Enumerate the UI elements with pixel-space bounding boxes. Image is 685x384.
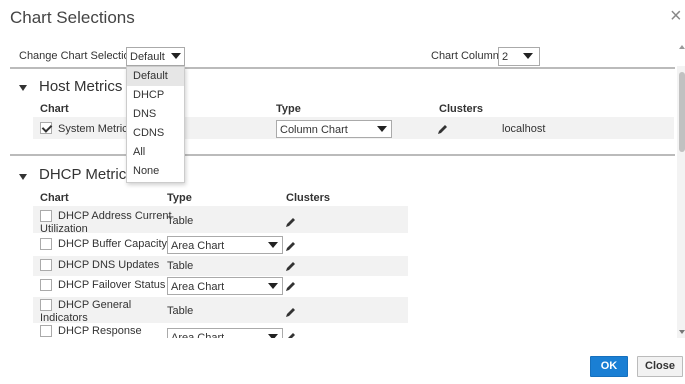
dhcp-metrics-title: DHCP Metrics [39,166,134,183]
close-icon[interactable]: × [670,6,682,26]
host-col-clusters: Clusters [439,103,484,115]
dhcp-row-label-line2: Utilization [40,223,88,235]
dhcp-row-type: Table [167,305,194,317]
chevron-down-icon [268,334,278,338]
system-metrics-type-select[interactable]: Column Chart [276,120,392,138]
chart-columns-value: 2 [502,51,509,63]
chevron-down-icon [377,126,387,132]
menu-item-default[interactable]: Default [127,67,184,86]
dialog-title: Chart Selections [10,8,135,27]
dhcp-row-type: Table [167,215,194,227]
dhcp-row-type: Table [167,260,194,272]
dhcp-failover-status-type-select[interactable]: Area Chart [167,277,283,295]
chart-selection-dropdown-menu: Default DHCP DNS CDNS All None [126,66,185,183]
dhcp-general-indicators-checkbox[interactable] [40,299,52,311]
edit-pencil-icon[interactable] [285,331,297,338]
edit-pencil-icon[interactable] [285,306,297,318]
dhcp-row-label-line1: DHCP Buffer Capacity [58,238,168,250]
dhcp-col-type: Type [167,192,192,204]
dhcp-col-clusters: Clusters [286,192,331,204]
edit-pencil-icon[interactable] [285,280,297,292]
menu-item-all[interactable]: All [127,143,184,162]
scroll-down-icon[interactable] [679,330,685,334]
dhcp-row-type: Area Chart [171,240,225,252]
dhcp-failover-status-checkbox[interactable] [40,279,52,291]
ok-button[interactable]: OK [590,356,628,377]
chart-selection-value: Default [130,51,165,63]
dhcp-address-utilization-checkbox[interactable] [40,210,52,222]
close-button[interactable]: Close [637,356,683,377]
dhcp-row-label-line1: DHCP DNS Updates [58,259,160,271]
chevron-down-icon [523,53,533,59]
edit-pencil-icon[interactable] [285,260,297,272]
dhcp-response-type-select[interactable]: Area Chart [167,328,283,338]
system-metrics-label: System Metrics [58,123,134,135]
menu-item-none[interactable]: None [127,162,184,181]
system-metrics-type-value: Column Chart [280,124,348,136]
edit-pencil-icon[interactable] [437,123,449,135]
divider [10,154,675,156]
dhcp-row-label-line1: DHCP Failover Status [58,279,166,291]
menu-item-dhcp[interactable]: DHCP [127,86,184,105]
host-col-type: Type [276,103,301,115]
dhcp-buffer-capacity-type-select[interactable]: Area Chart [167,236,283,254]
dhcp-buffer-capacity-checkbox[interactable] [40,238,52,250]
dhcp-col-chart: Chart [40,192,69,204]
divider [10,67,675,69]
chart-columns-label: Chart Columns [431,50,505,62]
collapse-toggle-icon[interactable] [19,85,27,91]
chevron-down-icon [268,242,278,248]
edit-pencil-icon[interactable] [285,216,297,228]
chart-list-scroll-area[interactable]: Host Metrics Chart Type Clusters System … [0,66,685,338]
dhcp-row-label-line1: DHCP Response [58,325,142,337]
scroll-up-icon[interactable] [679,45,685,49]
chevron-down-icon [171,53,181,59]
collapse-toggle-icon[interactable] [19,174,27,180]
dhcp-row-label-line2: Indicators [40,312,88,324]
edit-pencil-icon[interactable] [285,240,297,252]
system-metrics-cluster: localhost [502,123,546,135]
dhcp-row-type: Area Chart [171,332,225,338]
dhcp-dns-updates-checkbox[interactable] [40,259,52,271]
chart-columns-select[interactable]: 2 [498,47,540,66]
dhcp-response-checkbox[interactable] [40,325,52,337]
chart-selection-select[interactable]: Default [126,47,185,66]
chevron-down-icon [268,283,278,289]
menu-item-cdns[interactable]: CDNS [127,124,184,143]
dhcp-row-type: Area Chart [171,281,225,293]
dhcp-row-label-line1: DHCP General [58,299,132,311]
menu-item-dns[interactable]: DNS [127,105,184,124]
scrollbar-thumb[interactable] [679,72,685,152]
chart-selection-label: Change Chart Selection [19,50,136,62]
host-metrics-title: Host Metrics [39,78,123,95]
dhcp-row-label-line1: DHCP Address Current [58,210,172,222]
system-metrics-checkbox[interactable] [40,122,52,134]
host-col-chart: Chart [40,103,69,115]
